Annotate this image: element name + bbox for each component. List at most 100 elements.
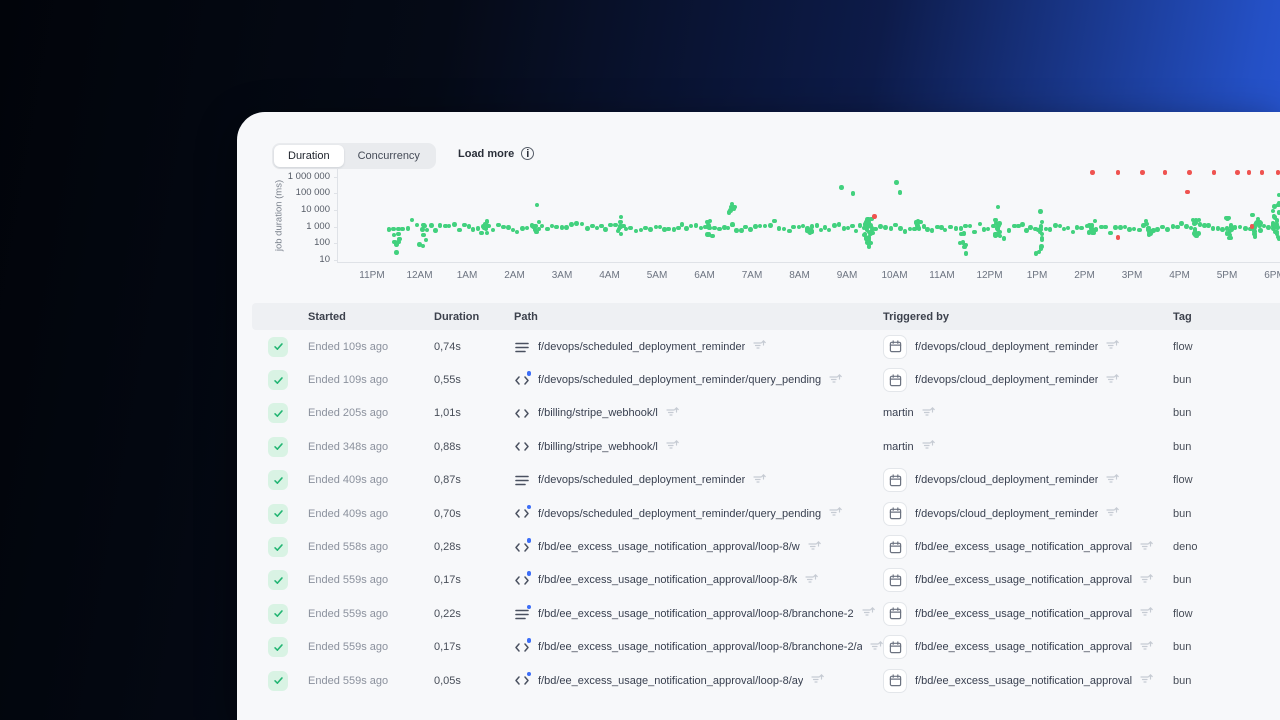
data-point[interactable] bbox=[554, 224, 559, 230]
data-point[interactable] bbox=[839, 185, 844, 190]
data-point[interactable] bbox=[424, 227, 430, 233]
data-point[interactable] bbox=[666, 226, 671, 232]
data-point[interactable] bbox=[1170, 224, 1176, 229]
data-point[interactable] bbox=[893, 222, 898, 228]
data-point[interactable] bbox=[717, 226, 722, 232]
data-point[interactable] bbox=[894, 180, 899, 185]
data-point[interactable] bbox=[618, 231, 624, 237]
data-point[interactable] bbox=[479, 230, 484, 236]
data-point[interactable] bbox=[534, 202, 540, 208]
data-point[interactable] bbox=[712, 225, 717, 231]
data-point[interactable] bbox=[1274, 218, 1280, 223]
data-point[interactable] bbox=[1270, 208, 1276, 214]
data-point[interactable] bbox=[396, 239, 401, 245]
error-data-point[interactable] bbox=[872, 214, 877, 219]
data-point[interactable] bbox=[1038, 209, 1043, 214]
data-point[interactable] bbox=[433, 228, 438, 233]
data-point[interactable] bbox=[850, 191, 856, 196]
data-point[interactable] bbox=[405, 226, 411, 231]
data-point[interactable] bbox=[916, 225, 921, 231]
data-point[interactable] bbox=[429, 223, 434, 228]
data-point[interactable] bbox=[496, 222, 501, 228]
data-point[interactable] bbox=[1210, 226, 1216, 231]
data-point[interactable] bbox=[420, 243, 426, 249]
data-point[interactable] bbox=[865, 220, 870, 226]
trigger-link[interactable]: f/bd/ee_excess_usage_notification_approv… bbox=[915, 641, 1132, 653]
data-point[interactable] bbox=[585, 226, 590, 231]
data-point[interactable] bbox=[963, 251, 969, 256]
data-point[interactable] bbox=[1243, 226, 1248, 231]
data-point[interactable] bbox=[633, 228, 639, 234]
data-point[interactable] bbox=[1250, 212, 1255, 218]
data-point[interactable] bbox=[1193, 218, 1199, 223]
trigger-link[interactable]: f/bd/ee_excess_usage_notification_approv… bbox=[915, 541, 1132, 553]
path-link[interactable]: f/bd/ee_excess_usage_notification_approv… bbox=[538, 541, 800, 553]
path-link[interactable]: f/devops/scheduled_deployment_reminder bbox=[538, 341, 745, 353]
data-point[interactable] bbox=[648, 227, 653, 232]
data-point[interactable] bbox=[743, 224, 748, 230]
data-point[interactable] bbox=[1113, 225, 1118, 230]
data-point[interactable] bbox=[470, 227, 476, 232]
data-point[interactable] bbox=[1146, 232, 1152, 237]
data-point[interactable] bbox=[705, 232, 710, 237]
data-point[interactable] bbox=[1127, 227, 1132, 232]
table-row[interactable]: Ended 205s ago 1,01s f/billing/stripe_we… bbox=[252, 397, 1280, 430]
error-data-point[interactable] bbox=[1185, 189, 1190, 195]
error-data-point[interactable] bbox=[1246, 170, 1252, 175]
data-point[interactable] bbox=[1131, 226, 1137, 232]
path-link[interactable]: f/bd/ee_excess_usage_notification_approv… bbox=[538, 641, 862, 653]
error-data-point[interactable] bbox=[1235, 170, 1240, 175]
data-point[interactable] bbox=[574, 221, 579, 226]
data-point[interactable] bbox=[501, 224, 506, 230]
data-point[interactable] bbox=[1039, 219, 1045, 225]
filter-icon[interactable] bbox=[870, 640, 883, 655]
data-point[interactable] bbox=[569, 222, 574, 227]
data-point[interactable] bbox=[628, 225, 633, 231]
data-point[interactable] bbox=[995, 204, 1001, 210]
data-point[interactable] bbox=[421, 232, 426, 238]
data-point[interactable] bbox=[1047, 227, 1053, 232]
data-point[interactable] bbox=[1070, 229, 1076, 235]
data-point[interactable] bbox=[1179, 221, 1184, 226]
data-point[interactable] bbox=[446, 223, 452, 229]
path-link[interactable]: f/devops/scheduled_deployment_reminder/q… bbox=[538, 374, 821, 386]
data-point[interactable] bbox=[391, 226, 396, 232]
path-link[interactable]: f/bd/ee_excess_usage_notification_approv… bbox=[538, 608, 854, 620]
filter-icon[interactable] bbox=[666, 406, 679, 421]
data-point[interactable] bbox=[490, 227, 496, 233]
error-data-point[interactable] bbox=[1162, 170, 1168, 175]
filter-icon[interactable] bbox=[829, 506, 842, 521]
error-data-point[interactable] bbox=[1115, 235, 1121, 240]
data-point[interactable] bbox=[902, 229, 908, 234]
data-point[interactable] bbox=[853, 228, 859, 234]
filter-icon[interactable] bbox=[1140, 673, 1153, 688]
data-point[interactable] bbox=[836, 222, 842, 227]
filter-icon[interactable] bbox=[921, 406, 935, 421]
data-point[interactable] bbox=[1258, 228, 1263, 233]
data-point[interactable] bbox=[1155, 227, 1160, 232]
table-row[interactable]: Ended 559s ago 0,17s f/bd/ee_excess_usag… bbox=[252, 631, 1280, 664]
data-point[interactable] bbox=[1033, 251, 1039, 256]
data-point[interactable] bbox=[524, 225, 530, 231]
data-point[interactable] bbox=[805, 226, 810, 231]
filter-icon[interactable] bbox=[1140, 540, 1153, 555]
error-data-point[interactable] bbox=[1211, 170, 1217, 175]
data-point[interactable] bbox=[688, 223, 694, 229]
filter-icon[interactable] bbox=[808, 540, 821, 555]
filter-icon[interactable] bbox=[1140, 573, 1153, 588]
data-point[interactable] bbox=[1028, 225, 1033, 230]
data-point[interactable] bbox=[706, 225, 712, 230]
error-data-point[interactable] bbox=[1090, 170, 1095, 175]
data-point[interactable] bbox=[684, 226, 689, 231]
table-row[interactable]: Ended 559s ago 0,17s f/bd/ee_excess_usag… bbox=[252, 564, 1280, 597]
data-point[interactable] bbox=[1103, 224, 1108, 230]
path-link[interactable]: f/devops/scheduled_deployment_reminder bbox=[538, 474, 745, 486]
table-row[interactable]: Ended 559s ago 0,22s f/bd/ee_excess_usag… bbox=[252, 597, 1280, 630]
data-point[interactable] bbox=[942, 227, 948, 233]
data-point[interactable] bbox=[437, 223, 443, 228]
data-point[interactable] bbox=[514, 229, 520, 235]
data-point[interactable] bbox=[753, 224, 758, 229]
data-point[interactable] bbox=[707, 218, 713, 224]
trigger-link[interactable]: f/devops/cloud_deployment_reminder bbox=[915, 374, 1098, 386]
data-point[interactable] bbox=[484, 230, 490, 236]
